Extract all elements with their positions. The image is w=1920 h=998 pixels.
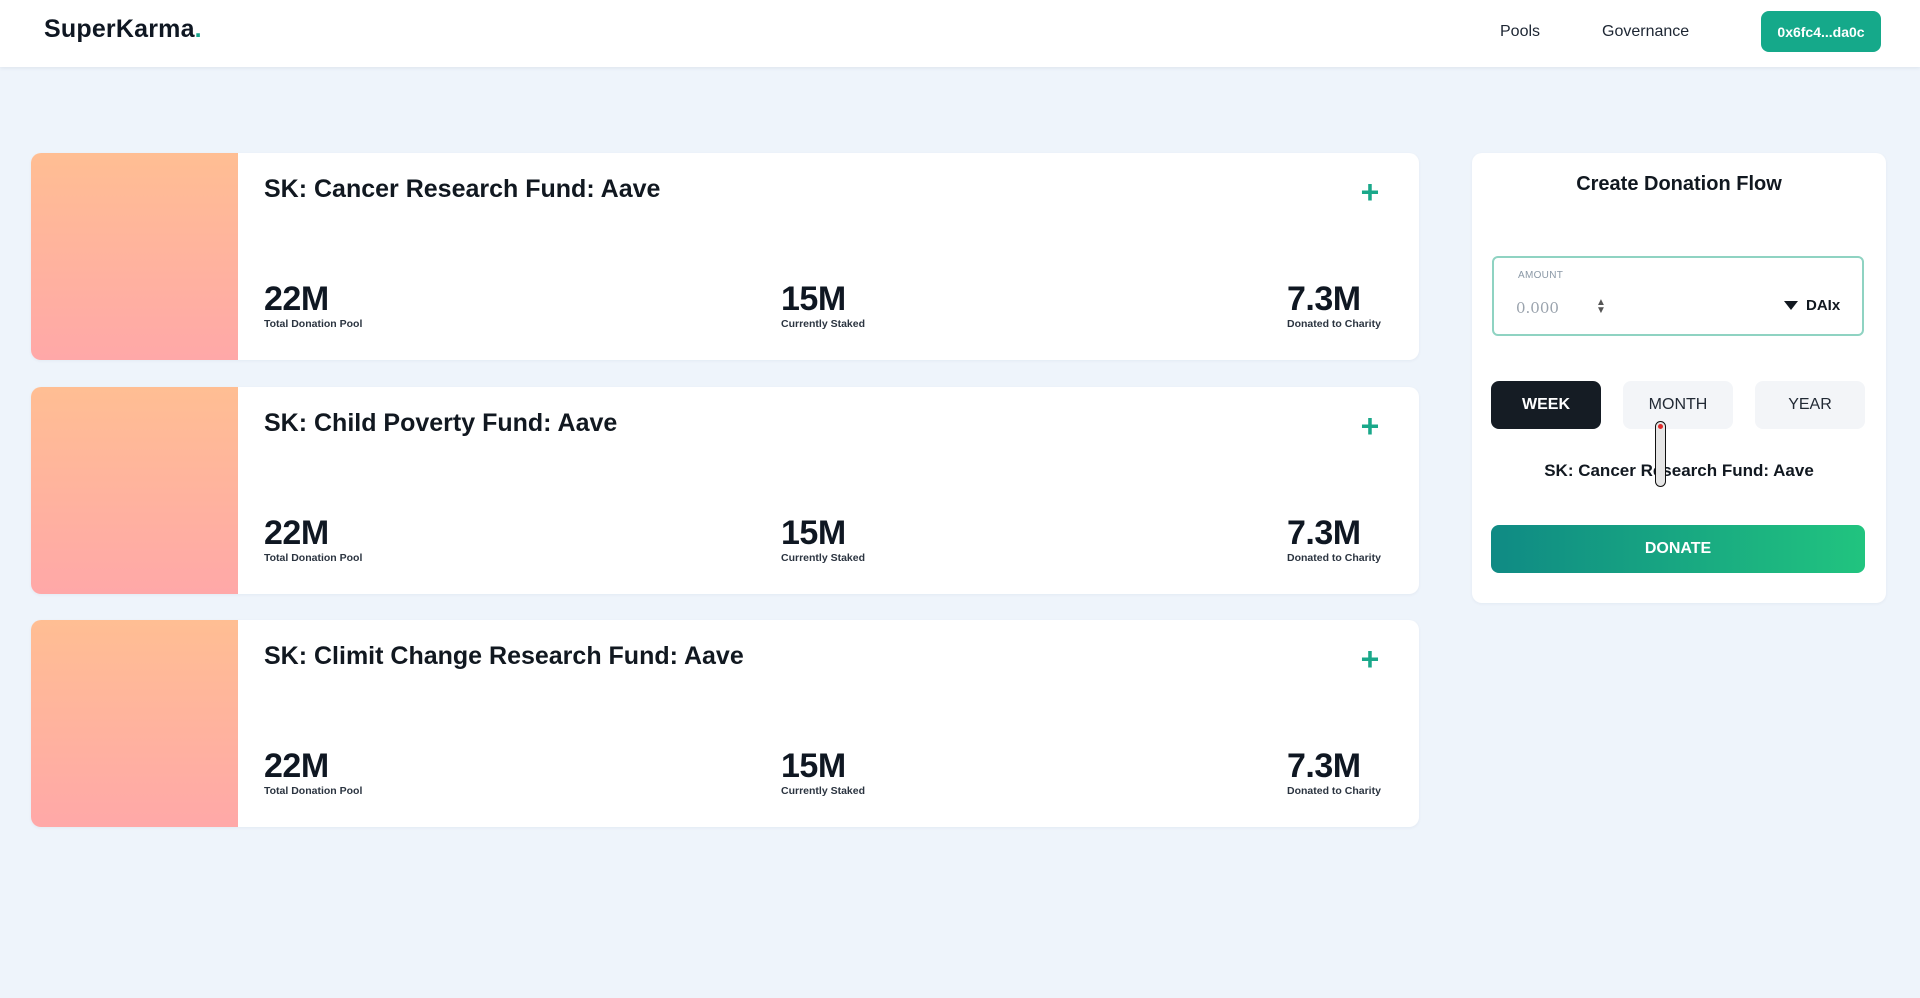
stat-total-donation-pool: 22M Total Donation Pool <box>264 749 362 797</box>
pool-thumbnail <box>31 387 238 594</box>
stat-currently-staked: 15M Currently Staked <box>781 749 865 797</box>
pool-title: SK: Climit Change Research Fund: Aave <box>264 642 744 670</box>
pool-card[interactable]: SK: Climit Change Research Fund: Aave + … <box>31 620 1419 827</box>
superkarma-logo[interactable]: SuperKarma. <box>44 15 202 44</box>
pool-title: SK: Cancer Research Fund: Aave <box>264 175 661 203</box>
donate-button[interactable]: DONATE <box>1491 525 1865 573</box>
stat-value: 7.3M <box>1287 280 1361 318</box>
pool-card[interactable]: SK: Child Poverty Fund: Aave + 22M Total… <box>31 387 1419 594</box>
stat-label: Total Donation Pool <box>264 785 363 797</box>
stat-total-donation-pool: 22M Total Donation Pool <box>264 282 362 330</box>
period-year-button[interactable]: YEAR <box>1755 381 1865 429</box>
stat-total-donation-pool: 22M Total Donation Pool <box>264 516 362 564</box>
nav-governance-link[interactable]: Governance <box>1602 23 1689 41</box>
stat-label: Currently Staked <box>781 785 866 797</box>
recording-cursor-icon <box>1655 421 1666 487</box>
stat-value: 22M <box>264 514 329 552</box>
amount-spinner-icon[interactable]: ▲ ▼ <box>1596 298 1606 316</box>
plus-icon[interactable]: + <box>1355 643 1385 675</box>
caret-down-icon <box>1784 301 1798 310</box>
currency-label: DAIx <box>1806 297 1841 314</box>
stat-value: 7.3M <box>1287 514 1361 552</box>
stat-value: 22M <box>264 747 329 785</box>
stat-value: 15M <box>781 747 846 785</box>
pool-title: SK: Child Poverty Fund: Aave <box>264 409 618 437</box>
stat-label: Total Donation Pool <box>264 318 363 330</box>
stat-label: Donated to Charity <box>1287 552 1381 564</box>
stat-value: 22M <box>264 280 329 318</box>
nav-pools-link[interactable]: Pools <box>1500 23 1540 41</box>
currency-select[interactable]: DAIx <box>1784 297 1840 314</box>
stat-value: 15M <box>781 280 846 318</box>
stat-donated-to-charity: 7.3M Donated to Charity <box>1287 749 1381 797</box>
stat-donated-to-charity: 7.3M Donated to Charity <box>1287 516 1381 564</box>
pool-thumbnail <box>31 153 238 360</box>
period-week-button[interactable]: WEEK <box>1491 381 1601 429</box>
pool-card[interactable]: SK: Cancer Research Fund: Aave + 22M Tot… <box>31 153 1419 360</box>
wallet-address-button[interactable]: 0x6fc4...da0c <box>1761 11 1881 52</box>
amount-label: AMOUNT <box>1518 270 1564 281</box>
plus-icon[interactable]: + <box>1355 410 1385 442</box>
top-navbar: SuperKarma. Pools Governance 0x6fc4...da… <box>0 0 1920 67</box>
stat-currently-staked: 15M Currently Staked <box>781 282 865 330</box>
stat-value: 15M <box>781 514 846 552</box>
plus-icon[interactable]: + <box>1355 176 1385 208</box>
stat-currently-staked: 15M Currently Staked <box>781 516 865 564</box>
amount-input[interactable] <box>1516 296 1586 320</box>
stat-label: Donated to Charity <box>1287 318 1381 330</box>
stat-label: Total Donation Pool <box>264 552 363 564</box>
stat-donated-to-charity: 7.3M Donated to Charity <box>1287 282 1381 330</box>
logo-dot: . <box>194 15 202 43</box>
pool-thumbnail <box>31 620 238 827</box>
stat-value: 7.3M <box>1287 747 1361 785</box>
stat-label: Donated to Charity <box>1287 785 1381 797</box>
stat-label: Currently Staked <box>781 552 866 564</box>
selected-pool-name: SK: Cancer Research Fund: Aave <box>1544 461 1814 480</box>
panel-title: Create Donation Flow <box>1576 173 1782 195</box>
stat-label: Currently Staked <box>781 318 866 330</box>
logo-text: SuperKarma <box>44 15 195 43</box>
period-month-button[interactable]: MONTH <box>1623 381 1733 429</box>
donation-flow-panel: Create Donation Flow AMOUNT ▲▼ DAIx WEEK… <box>1472 153 1886 603</box>
amount-field[interactable]: AMOUNT ▲▼ DAIx <box>1492 256 1864 336</box>
